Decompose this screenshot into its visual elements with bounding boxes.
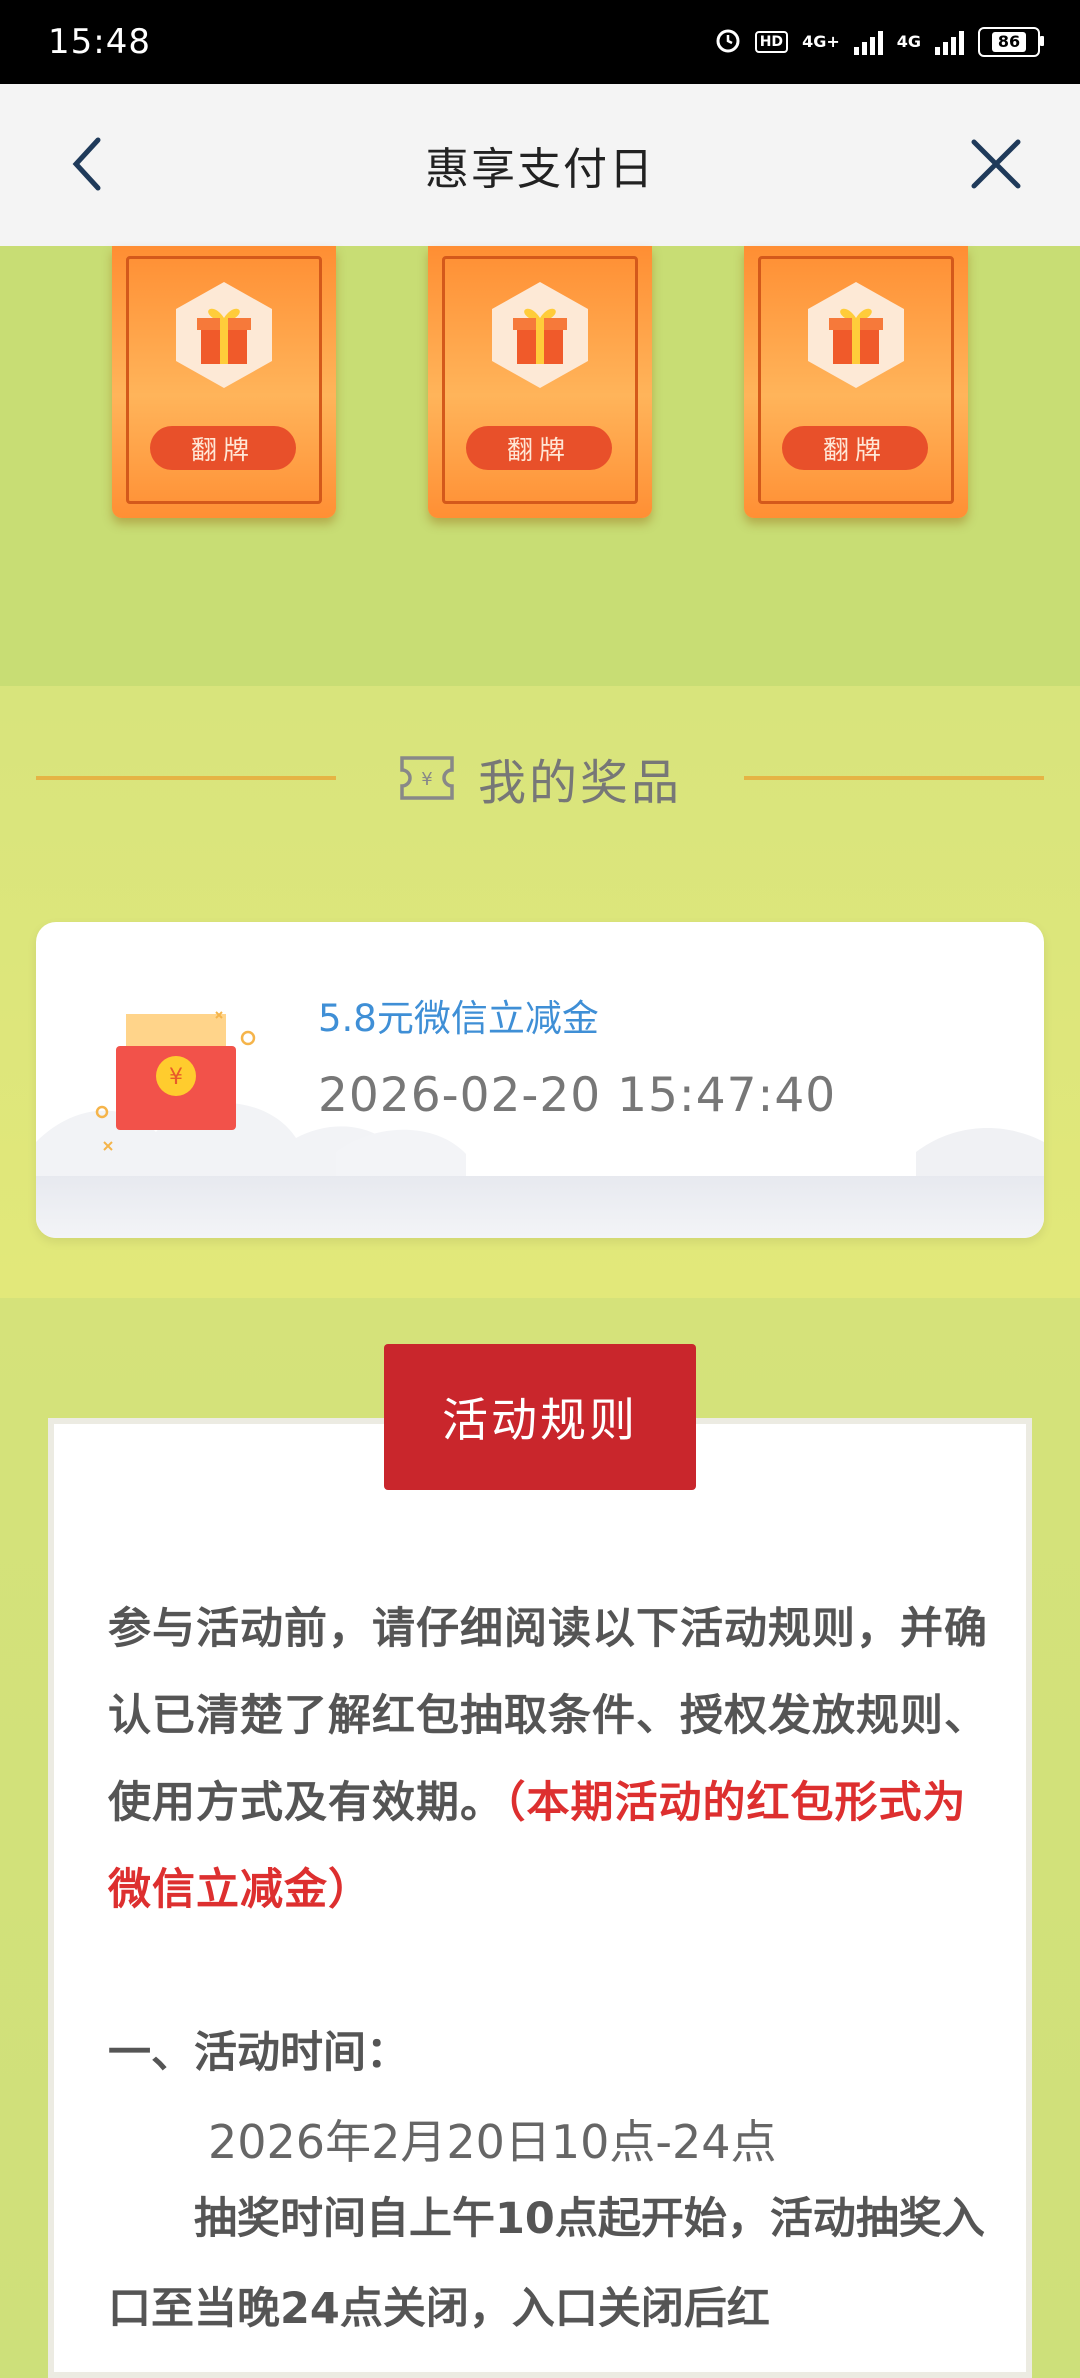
rules-section1-text: 抽奖时间自上午10点起开始，活动抽奖入口至当晚24点关闭，入口关闭后红 bbox=[108, 2194, 985, 2334]
divider-right bbox=[744, 776, 1044, 780]
svg-text:¥: ¥ bbox=[169, 1065, 183, 1090]
battery-level: 86 bbox=[991, 32, 1027, 52]
close-button[interactable] bbox=[966, 134, 1026, 194]
prize-time: 2026-02-20 15:47:40 bbox=[318, 1068, 837, 1123]
rules-tab: 活动规则 bbox=[384, 1344, 696, 1490]
rules-section: 活动规则 参与活动前，请仔细阅读以下活动规则，并确认已清楚了解红包抽取条件、授权… bbox=[0, 1298, 1080, 2378]
prize-header: ¥ 我的奖品 bbox=[0, 738, 1080, 818]
signal-icon bbox=[853, 29, 883, 55]
ticket-icon: ¥ bbox=[400, 756, 454, 800]
prize-card[interactable]: ¥ 5.8元微信立减金 2026-02-20 15:47:40 bbox=[36, 922, 1044, 1238]
divider-left bbox=[36, 776, 336, 780]
gift-icon bbox=[176, 282, 272, 388]
prize-heading: 我的奖品 bbox=[477, 755, 682, 811]
battery-icon: 86 bbox=[978, 27, 1044, 57]
network-4g-plus-label: 4G+ bbox=[802, 32, 840, 51]
nav-bar: 惠享支付日 bbox=[0, 84, 1080, 246]
rules-section1-date: 2026年2月20日10点-24点 bbox=[208, 2115, 777, 2169]
rules-intro: 参与活动前，请仔细阅读以下活动规则，并确认已清楚了解红包抽取条件、授权发放规则、… bbox=[108, 1586, 988, 1934]
network-4g-label: 4G bbox=[896, 32, 921, 51]
card-bottom-band bbox=[36, 1176, 1044, 1238]
prize-title-wrap: ¥ 我的奖品 bbox=[398, 743, 682, 813]
alarm-icon bbox=[715, 27, 741, 58]
gift-icon bbox=[808, 282, 904, 388]
hd-icon: HD bbox=[754, 31, 789, 53]
prize-name: 5.8元微信立减金 bbox=[318, 997, 599, 1040]
flip-button[interactable]: 翻牌 bbox=[466, 426, 612, 470]
close-icon bbox=[971, 139, 1021, 189]
status-icons: HD 4G+ 4G 86 bbox=[715, 27, 1044, 58]
flip-cards-area: 翻牌 翻牌 翻牌 bbox=[0, 246, 1080, 686]
flip-button[interactable]: 翻牌 bbox=[782, 426, 928, 470]
prize-section: ¥ 我的奖品 ¥ 5.8元微信立减金 2026-02-20 15:47:40 bbox=[0, 686, 1080, 1298]
chevron-left-icon bbox=[72, 137, 101, 191]
signal-icon-2 bbox=[935, 29, 964, 55]
red-packet-icon: ¥ bbox=[95, 1011, 256, 1151]
flip-card[interactable]: 翻牌 bbox=[428, 246, 652, 518]
status-time: 15:48 bbox=[48, 22, 151, 62]
svg-text:¥: ¥ bbox=[421, 769, 432, 790]
page-title: 惠享支付日 bbox=[425, 144, 655, 195]
rules-section1-heading: 一、活动时间： bbox=[108, 2028, 409, 2078]
flip-card[interactable]: 翻牌 bbox=[744, 246, 968, 518]
flip-button[interactable]: 翻牌 bbox=[150, 426, 296, 470]
gift-icon bbox=[492, 282, 588, 388]
flip-card[interactable]: 翻牌 bbox=[112, 246, 336, 518]
status-bar: 15:48 HD 4G+ 4G 86 bbox=[0, 0, 1080, 84]
back-button[interactable] bbox=[58, 134, 118, 194]
